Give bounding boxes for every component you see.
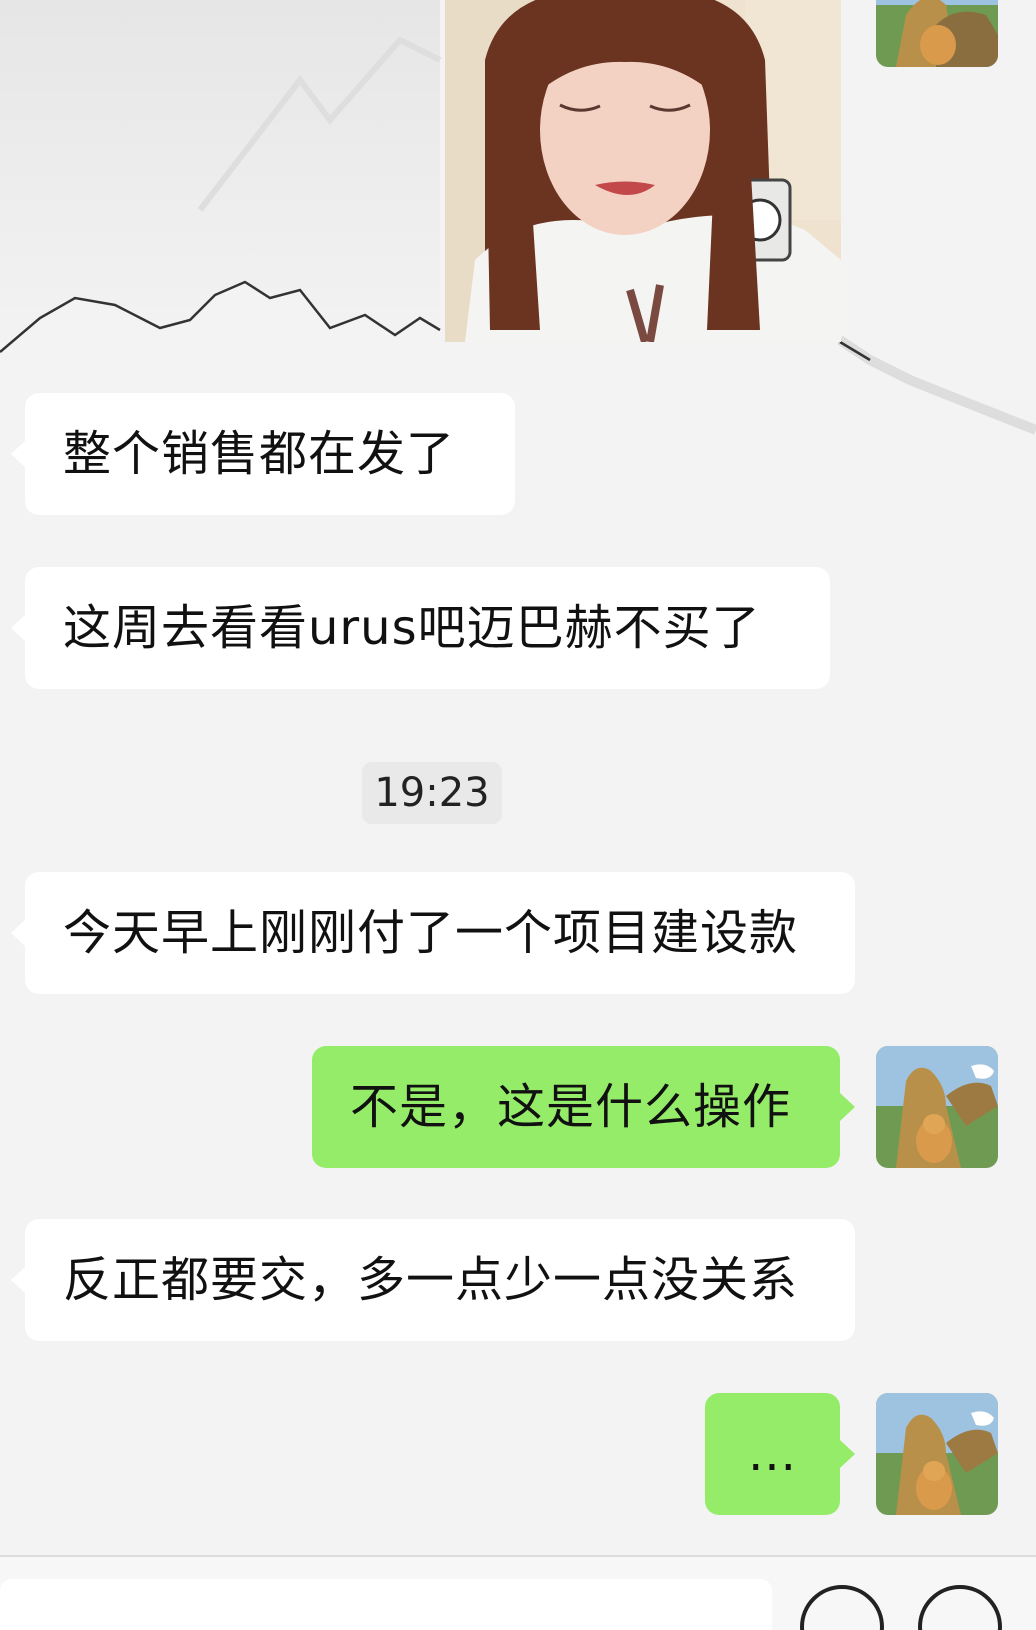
incoming-message-bubble[interactable]: 今天早上刚刚付了一个项目建设款 (11, 872, 855, 994)
input-bar (0, 1555, 1036, 1630)
incoming-message-bubble[interactable]: 这周去看看urus吧迈巴赫不买了 (11, 567, 830, 689)
message-text: 今天早上刚刚付了一个项目建设款 (63, 905, 799, 961)
message-input[interactable] (0, 1579, 772, 1630)
message-text: 不是，这是什么操作 (350, 1079, 792, 1135)
chat-area[interactable]: 整个销售都在发了 这周去看看urus吧迈巴赫不买了 19:23 今天早上刚刚付了… (0, 0, 1036, 1555)
timestamp-label: 19:23 (362, 762, 502, 824)
my-avatar[interactable] (876, 1046, 998, 1168)
emoji-icon[interactable] (800, 1585, 884, 1630)
message-text: 反正都要交，多一点少一点没关系 (63, 1252, 799, 1308)
my-avatar[interactable] (876, 1393, 998, 1515)
message-text: 整个销售都在发了 (63, 426, 456, 482)
outgoing-message-bubble[interactable]: 不是，这是什么操作 (312, 1046, 855, 1168)
message-text: ... (748, 1426, 797, 1482)
plus-icon[interactable] (918, 1585, 1002, 1630)
incoming-message-bubble[interactable]: 整个销售都在发了 (11, 393, 515, 515)
received-photo[interactable] (445, 0, 841, 342)
outgoing-message-bubble[interactable]: ... (705, 1393, 855, 1515)
incoming-message-bubble[interactable]: 反正都要交，多一点少一点没关系 (11, 1219, 855, 1341)
message-text: 这周去看看urus吧迈巴赫不买了 (63, 600, 761, 656)
my-avatar[interactable] (876, 0, 998, 67)
